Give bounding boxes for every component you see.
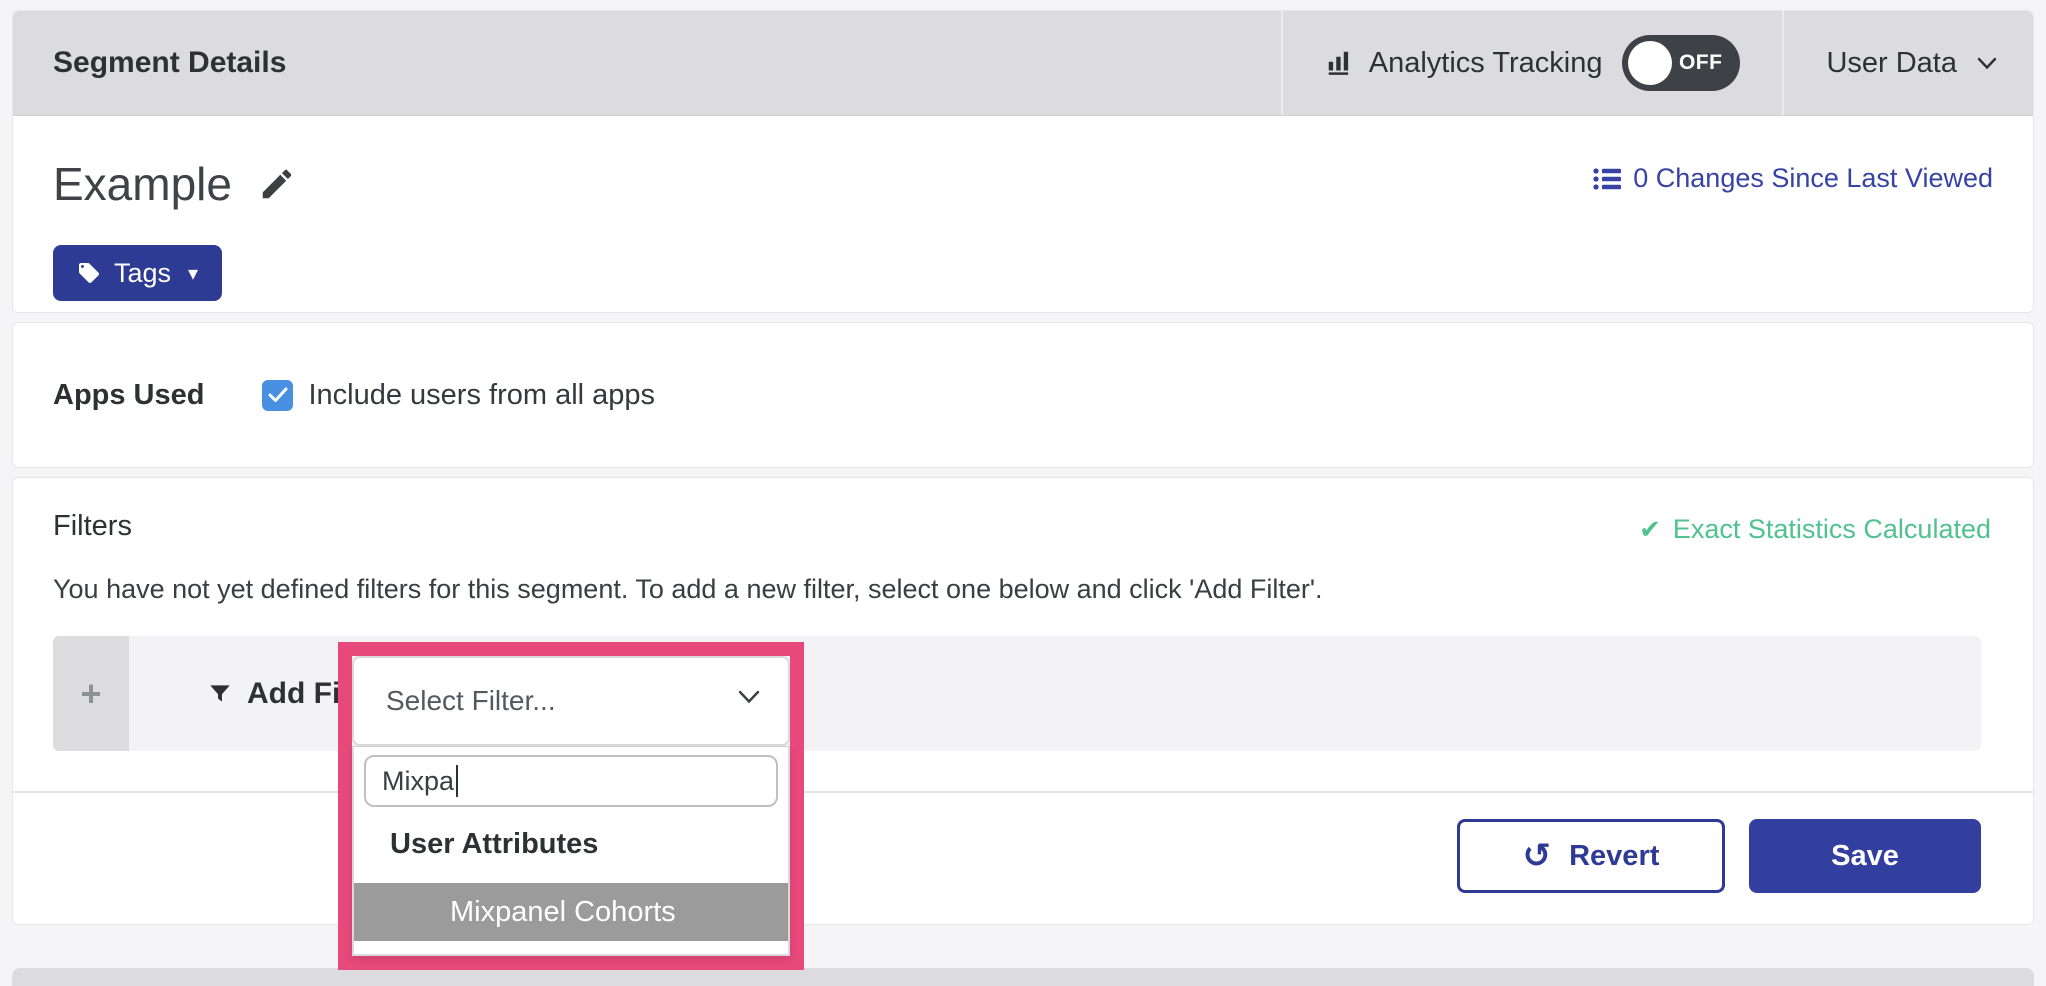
user-data-dropdown[interactable]: User Data (1782, 11, 2033, 115)
analytics-tracking-label: Analytics Tracking (1369, 47, 1603, 80)
filter-search-input[interactable]: Mixpa (364, 755, 778, 807)
bar-chart-icon (1325, 48, 1355, 78)
tags-button-label: Tags (114, 258, 171, 289)
analytics-tracking-toggle[interactable]: OFF (1622, 35, 1740, 91)
text-cursor (456, 765, 458, 797)
revert-button[interactable]: ↺ Revert (1457, 819, 1725, 893)
filter-funnel-icon (207, 681, 233, 707)
filters-section: Filters ✔ Exact Statistics Calculated Yo… (12, 477, 2034, 925)
filters-description: You have not yet defined filters for thi… (53, 574, 1323, 605)
tags-button[interactable]: Tags ▾ (53, 245, 222, 301)
include-all-apps-label: Include users from all apps (308, 379, 655, 412)
revert-undo-icon: ↺ (1523, 839, 1552, 873)
segment-name-row: Example (53, 157, 296, 211)
filters-title: Filters (53, 510, 132, 543)
page-title: Segment Details (53, 46, 286, 80)
changes-link-label: 0 Changes Since Last Viewed (1633, 163, 1993, 194)
apps-used-section: Apps Used Include users from all apps (12, 322, 2034, 468)
revert-button-label: Revert (1569, 840, 1659, 873)
segment-details-page: Segment Details Analytics Tracking OFF U… (0, 0, 2046, 986)
next-section-header-edge (12, 968, 2034, 986)
exact-statistics-label: Exact Statistics Calculated (1673, 514, 1991, 545)
segment-card: Segment Details Analytics Tracking OFF U… (12, 10, 2034, 313)
chevron-down-icon (738, 690, 760, 704)
checkmark-icon (268, 387, 288, 403)
include-all-apps-checkbox[interactable] (262, 380, 293, 411)
dropdown-option-mixpanel-cohorts[interactable]: Mixpanel Cohorts (354, 883, 788, 941)
dropdown-group-user-attributes: User Attributes (354, 819, 788, 869)
change-list-icon (1593, 167, 1621, 191)
caret-down-icon: ▾ (188, 261, 198, 285)
add-filter-plus-button[interactable]: + (53, 636, 129, 751)
save-button-label: Save (1831, 840, 1899, 873)
chevron-down-icon (1977, 57, 1997, 70)
analytics-tracking-group: Analytics Tracking OFF (1281, 11, 1783, 115)
save-button[interactable]: Save (1749, 819, 1981, 893)
changes-since-last-viewed-link[interactable]: 0 Changes Since Last Viewed (1593, 163, 1993, 194)
apps-used-label: Apps Used (53, 379, 204, 412)
toggle-knob (1628, 41, 1672, 85)
check-icon: ✔ (1639, 515, 1661, 545)
tag-icon (77, 261, 101, 285)
annotation-highlight-box: Select Filter... Mixpa User Attributes M… (338, 642, 804, 970)
select-filter-dropdown[interactable]: Select Filter... (352, 656, 790, 746)
segment-name: Example (53, 157, 232, 211)
edit-pencil-icon[interactable] (258, 165, 296, 203)
filter-dropdown-panel: Mixpa User Attributes Mixpanel Cohorts (352, 746, 790, 956)
toggle-state-label: OFF (1679, 35, 1723, 91)
filter-search-value: Mixpa (382, 766, 454, 797)
card-header: Segment Details Analytics Tracking OFF U… (13, 11, 2033, 116)
user-data-label: User Data (1826, 47, 1957, 80)
exact-statistics-status: ✔ Exact Statistics Calculated (1639, 514, 1991, 545)
footer-divider (13, 791, 2033, 793)
select-filter-placeholder: Select Filter... (354, 685, 556, 717)
